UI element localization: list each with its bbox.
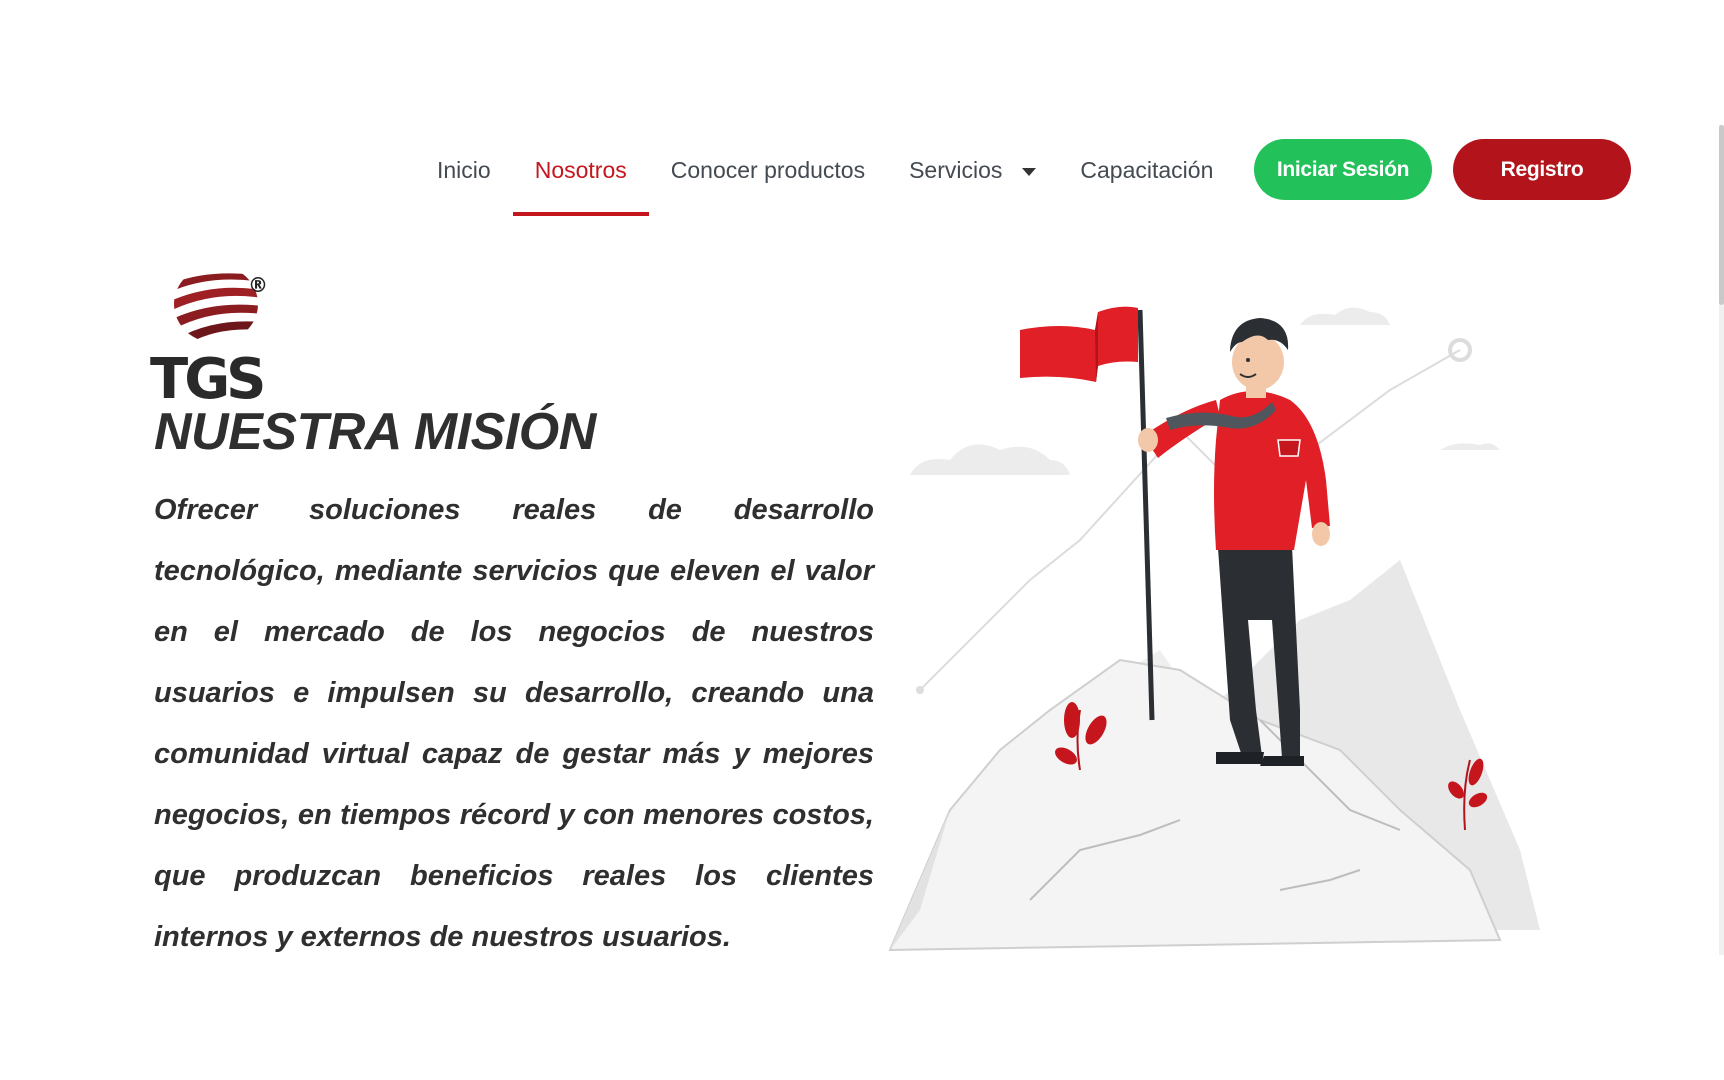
register-button[interactable]: Registro xyxy=(1453,139,1631,200)
tgs-logo: ® TGS xyxy=(150,273,268,402)
nav-item-capacitacion[interactable]: Capacitación xyxy=(1058,138,1235,202)
nav-item-inicio[interactable]: Inicio xyxy=(415,138,513,202)
nav-item-nosotros[interactable]: Nosotros xyxy=(512,138,649,216)
person-with-flag-on-mountain-illustration xyxy=(888,306,1540,952)
nav-item-servicios-label: Servicios xyxy=(909,156,1003,183)
mission-text: Ofrecer soluciones reales de desarrollo … xyxy=(154,494,874,953)
login-button[interactable]: Iniciar Sesión xyxy=(1254,139,1432,200)
registered-mark: ® xyxy=(248,273,268,297)
caret-down-icon xyxy=(1022,168,1037,176)
main-nav: Inicio Nosotros Conocer productos Servic… xyxy=(415,138,1235,216)
nav-item-conocer-productos[interactable]: Conocer productos xyxy=(649,138,887,202)
mission-title: NUESTRA MISIÓN xyxy=(154,403,596,461)
page: Inicio Nosotros Conocer productos Servic… xyxy=(0,0,1724,1080)
scrollbar-thumb[interactable] xyxy=(1719,125,1724,305)
logo-text: TGS xyxy=(150,347,263,402)
nav-item-servicios[interactable]: Servicios xyxy=(887,138,1058,202)
